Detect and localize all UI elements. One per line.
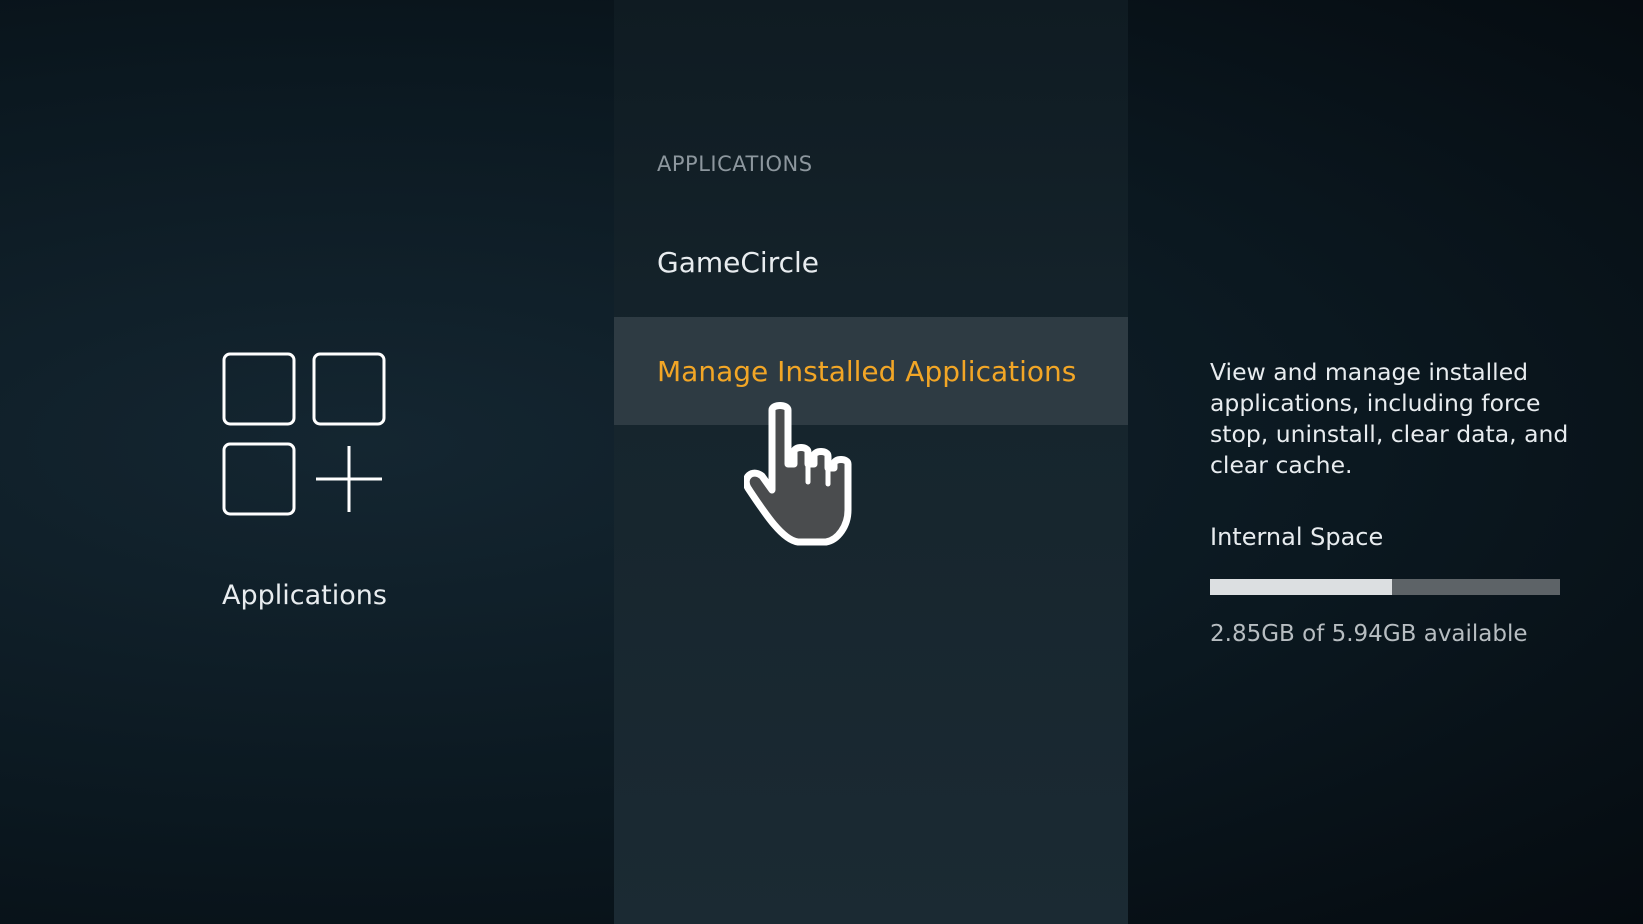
menu-item-manage-installed-applications[interactable]: Manage Installed Applications bbox=[614, 317, 1128, 425]
storage-progress-fill bbox=[1210, 579, 1392, 595]
storage-text: 2.85GB of 5.94GB available bbox=[1210, 621, 1528, 647]
menu-item-label: GameCircle bbox=[657, 245, 819, 279]
storage-progress-bar bbox=[1210, 579, 1560, 595]
apps-grid-plus-icon bbox=[222, 352, 386, 516]
menu-item-label: Manage Installed Applications bbox=[657, 354, 1077, 388]
details-panel: View and manage installed applications, … bbox=[1128, 0, 1643, 924]
settings-menu: APPLICATIONS GameCircle Manage Installed… bbox=[614, 0, 1128, 924]
menu-item-gamecircle[interactable]: GameCircle bbox=[614, 208, 1128, 316]
storage-title: Internal Space bbox=[1210, 523, 1384, 551]
category-label: Applications bbox=[222, 580, 387, 611]
section-header: APPLICATIONS bbox=[657, 152, 813, 176]
category-panel: Applications bbox=[0, 0, 614, 924]
hand-pointer-icon bbox=[744, 402, 852, 546]
item-description: View and manage installed applications, … bbox=[1210, 358, 1569, 479]
